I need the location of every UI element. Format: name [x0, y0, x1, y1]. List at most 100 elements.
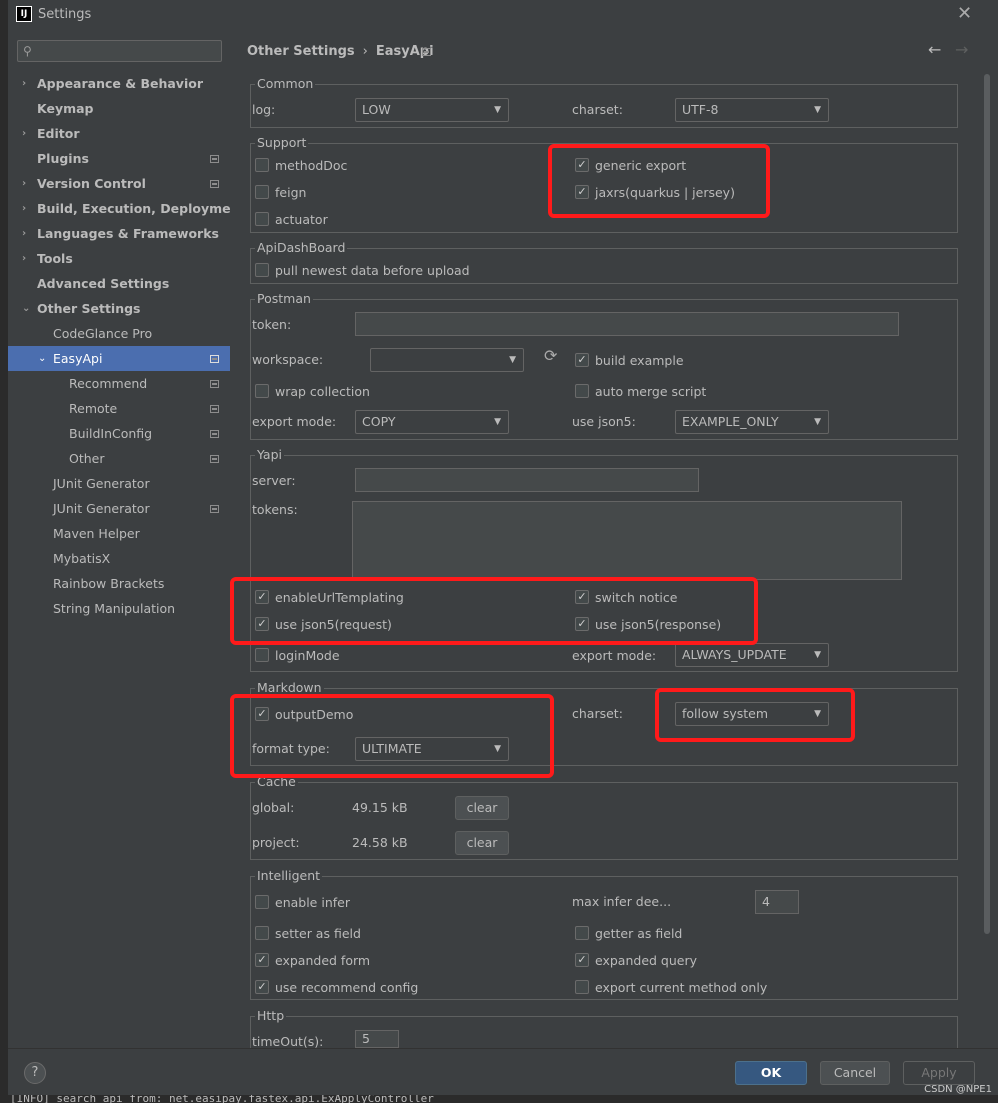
use-recommend-config-checkbox[interactable]: ✓ — [255, 980, 269, 994]
sidebar-item-easyapi[interactable]: ⌄ EasyApi — [38, 346, 103, 371]
group-title: Postman — [255, 291, 313, 307]
dialog-footer: ? OK Cancel Apply CSDN @NPE1 — [8, 1048, 998, 1095]
sidebar-item-label: Languages & Frameworks — [37, 226, 219, 241]
chevron-right-icon[interactable]: › — [22, 71, 26, 96]
apply-button[interactable]: Apply — [903, 1061, 975, 1085]
cancel-button[interactable]: Cancel — [820, 1061, 890, 1085]
forward-arrow-icon[interactable]: → — [955, 40, 968, 59]
sidebar-item-label: EasyApi — [53, 351, 103, 366]
vertical-scrollbar[interactable] — [984, 74, 990, 934]
export-current-method-checkbox[interactable] — [575, 980, 589, 994]
group-title: Http — [255, 1008, 287, 1024]
group-title: Common — [255, 76, 316, 92]
log-select-value: LOW — [362, 102, 391, 117]
chevron-right-icon[interactable]: › — [22, 221, 26, 246]
use-recommend-config-label: use recommend config — [275, 980, 419, 995]
dropdown-icon: ▼ — [814, 650, 821, 660]
sidebar-item-mybatisx[interactable]: MybatisX — [53, 546, 110, 571]
sidebar-item-label: Build, Execution, Deployment — [37, 201, 246, 216]
chevron-right-icon[interactable]: › — [22, 196, 26, 221]
expanded-form-label: expanded form — [275, 953, 371, 968]
sidebar-item-label: JUnit Generator — [53, 501, 150, 516]
build-example-checkbox[interactable]: ✓ — [575, 353, 589, 367]
sidebar-item-keymap[interactable]: Keymap — [37, 96, 94, 121]
sidebar-item-other[interactable]: Other — [69, 446, 105, 471]
getter-as-field-checkbox[interactable] — [575, 926, 589, 940]
project-level-icon — [422, 48, 431, 56]
sidebar-item-plugins[interactable]: Plugins — [37, 146, 89, 171]
feign-checkbox[interactable] — [255, 185, 269, 199]
sidebar-item-languages[interactable]: › Languages & Frameworks — [22, 221, 219, 246]
sidebar-item-advanced-settings[interactable]: Advanced Settings — [37, 271, 169, 296]
charset-select[interactable]: UTF-8 ▼ — [675, 98, 829, 122]
chevron-right-icon[interactable]: › — [22, 121, 26, 146]
sidebar-item-buildinconfig[interactable]: BuildInConfig — [69, 421, 152, 446]
sidebar-item-string-manipulation[interactable]: String Manipulation — [53, 596, 175, 621]
clear-global-cache-button[interactable]: clear — [455, 796, 509, 820]
close-icon[interactable]: ✕ — [957, 3, 972, 24]
export-mode-select[interactable]: COPY ▼ — [355, 410, 509, 434]
sidebar-item-recommend[interactable]: Recommend — [69, 371, 147, 396]
sidebar-item-version-control[interactable]: › Version Control — [22, 171, 146, 196]
settings-sidebar: ⚲ › Appearance & Behavior Keymap › Editor … — [8, 30, 245, 1048]
export-mode-select-value: COPY — [362, 414, 396, 429]
chevron-right-icon[interactable]: › — [22, 171, 26, 196]
sidebar-item-maven-helper[interactable]: Maven Helper — [53, 521, 140, 546]
settings-window: IJ Settings ✕ ⚲ › Appearance & Behavior K… — [8, 0, 998, 1095]
expanded-form-checkbox[interactable]: ✓ — [255, 953, 269, 967]
max-infer-depth-input[interactable]: 4 — [755, 890, 799, 914]
breadcrumb-parent[interactable]: Other Settings — [247, 44, 355, 59]
global-cache-label: global: — [252, 800, 295, 815]
ok-button[interactable]: OK — [735, 1061, 807, 1085]
log-select[interactable]: LOW ▼ — [355, 98, 509, 122]
help-button[interactable]: ? — [24, 1062, 46, 1084]
sidebar-item-other-settings[interactable]: ⌄ Other Settings — [22, 296, 141, 321]
back-arrow-icon[interactable]: ← — [928, 40, 941, 59]
refresh-icon[interactable]: ⟳ — [544, 348, 557, 364]
project-level-icon — [210, 355, 219, 363]
login-mode-checkbox[interactable] — [255, 648, 269, 662]
sidebar-item-build[interactable]: › Build, Execution, Deployment — [22, 196, 246, 221]
sidebar-item-remote[interactable]: Remote — [69, 396, 117, 421]
enable-infer-checkbox[interactable] — [255, 895, 269, 909]
clear-project-cache-button[interactable]: clear — [455, 831, 509, 855]
timeout-input[interactable]: 5 — [355, 1030, 399, 1048]
chevron-right-icon[interactable]: › — [22, 246, 26, 271]
dropdown-icon: ▼ — [509, 355, 516, 365]
sidebar-item-label: BuildInConfig — [69, 426, 153, 441]
sidebar-item-rainbow-brackets[interactable]: Rainbow Brackets — [53, 571, 164, 596]
search-icon: ⚲ — [23, 44, 32, 58]
tokens-textarea[interactable] — [352, 501, 902, 580]
sidebar-item-label: CodeGlance Pro — [53, 326, 153, 341]
wrap-collection-label: wrap collection — [275, 384, 370, 399]
sidebar-item-junit-generator[interactable]: JUnit Generator — [53, 471, 150, 496]
feign-label: feign — [275, 185, 307, 200]
export-current-method-label: export current method only — [595, 980, 768, 995]
method-doc-checkbox[interactable] — [255, 158, 269, 172]
sidebar-item-label: Maven Helper — [53, 526, 140, 541]
yapi-export-mode-select-value: ALWAYS_UPDATE — [682, 647, 787, 662]
charset-select-value: UTF-8 — [682, 102, 719, 117]
chevron-down-icon[interactable]: ⌄ — [38, 346, 46, 371]
workspace-select[interactable]: ▼ — [370, 348, 524, 372]
use-json5-select[interactable]: EXAMPLE_ONLY ▼ — [675, 410, 829, 434]
expanded-query-checkbox[interactable]: ✓ — [575, 953, 589, 967]
actuator-checkbox[interactable] — [255, 212, 269, 226]
yapi-export-mode-select[interactable]: ALWAYS_UPDATE ▼ — [675, 643, 829, 667]
chevron-down-icon[interactable]: ⌄ — [22, 296, 30, 321]
sidebar-item-junit-generator-2[interactable]: JUnit Generator — [53, 496, 150, 521]
search-input[interactable]: ⚲ — [17, 40, 222, 62]
sidebar-item-codeglance[interactable]: CodeGlance Pro — [53, 321, 152, 346]
setter-as-field-checkbox[interactable] — [255, 926, 269, 940]
intellij-app-icon: IJ — [16, 6, 32, 22]
sidebar-item-tools[interactable]: › Tools — [22, 246, 73, 271]
breadcrumb-separator: › — [362, 44, 368, 59]
wrap-collection-checkbox[interactable] — [255, 384, 269, 398]
auto-merge-script-checkbox[interactable] — [575, 384, 589, 398]
sidebar-item-editor[interactable]: › Editor — [22, 121, 80, 146]
sidebar-item-appearance[interactable]: › Appearance & Behavior — [22, 71, 203, 96]
server-input[interactable] — [355, 468, 699, 492]
sidebar-item-label: Rainbow Brackets — [53, 576, 165, 591]
pull-newest-checkbox[interactable] — [255, 263, 269, 277]
token-input[interactable] — [355, 312, 899, 336]
